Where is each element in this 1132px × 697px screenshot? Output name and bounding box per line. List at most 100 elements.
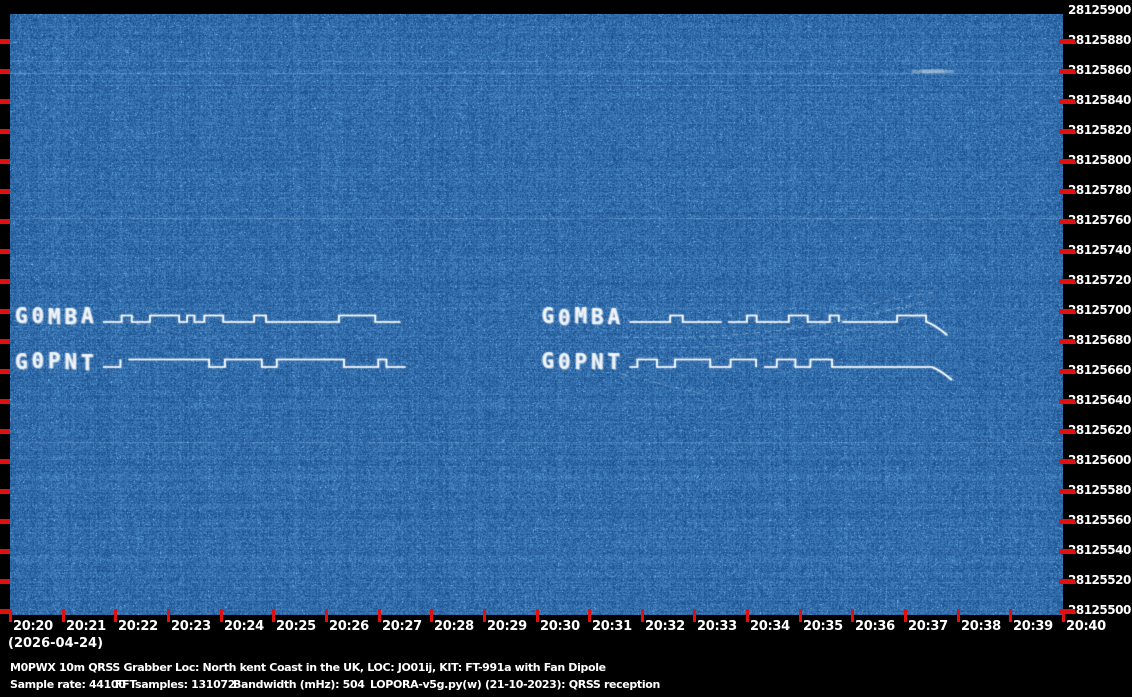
time-tick-label: 20:40: [1066, 619, 1106, 634]
time-tick-label: 20:36: [855, 619, 895, 634]
time-tick-mark: [536, 609, 539, 622]
time-tick-mark: [1009, 609, 1012, 622]
freq-tick-mark-right: [1059, 309, 1075, 314]
freq-tick-label: 28125840: [1068, 93, 1131, 107]
freq-tick-label: 28125800: [1068, 153, 1131, 167]
fft-samples-text: FFTsamples: 131072: [115, 678, 236, 691]
freq-tick-label: 28125680: [1068, 333, 1131, 347]
freq-tick-label: 28125740: [1068, 243, 1131, 257]
freq-tick-mark-right: [1059, 69, 1075, 74]
time-tick-mark: [9, 609, 12, 622]
freq-tick-mark-left: [0, 249, 10, 254]
freq-tick-label: 28125580: [1068, 483, 1131, 497]
freq-tick-label: 28125700: [1068, 303, 1131, 317]
time-tick-label: 20:23: [171, 619, 211, 634]
time-tick-label: 20:24: [224, 619, 264, 634]
freq-tick-mark-right: [1059, 99, 1075, 104]
time-tick-mark: [904, 609, 907, 622]
time-tick-mark: [220, 609, 223, 622]
freq-tick-mark-right: [1059, 129, 1075, 134]
software-version-text: LOPORA-v5g.py(w) (21-10-2023): QRSS rece…: [370, 678, 660, 691]
freq-tick-mark-left: [0, 159, 10, 164]
freq-tick-mark-left: [0, 579, 10, 584]
freq-tick-label: 28125540: [1068, 543, 1131, 557]
freq-tick-label: 28125760: [1068, 213, 1131, 227]
time-tick-mark: [851, 609, 854, 622]
time-tick-label: 20:22: [118, 619, 158, 634]
time-tick-label: 20:32: [645, 619, 685, 634]
freq-tick-mark-right: [1059, 549, 1075, 554]
time-tick-label: 20:34: [750, 619, 790, 634]
freq-tick-mark-left: [0, 399, 10, 404]
time-tick-label: 20:35: [803, 619, 843, 634]
freq-tick-mark-right: [1059, 459, 1075, 464]
freq-tick-mark-left: [0, 39, 10, 44]
time-tick-label: 20:27: [382, 619, 422, 634]
freq-tick-mark-left: [0, 459, 10, 464]
freq-tick-mark-right: [1059, 429, 1075, 434]
date-label: (2026-04-24): [8, 636, 104, 651]
freq-tick-label: 28125600: [1068, 453, 1131, 467]
freq-tick-mark-left: [0, 279, 10, 284]
freq-tick-mark-right: [1059, 369, 1075, 374]
time-tick-mark: [746, 609, 749, 622]
time-tick-mark: [483, 609, 486, 622]
freq-tick-mark-left: [0, 549, 10, 554]
freq-tick-mark-left: [0, 99, 10, 104]
freq-tick-label: 28125860: [1068, 63, 1131, 77]
freq-tick-label: 28125620: [1068, 423, 1131, 437]
freq-tick-label: 28125660: [1068, 363, 1131, 377]
freq-tick-mark-right: [1059, 39, 1075, 44]
time-tick-mark: [1062, 609, 1065, 622]
freq-tick-label: 28125900: [1068, 3, 1131, 17]
freq-tick-mark-right: [1059, 159, 1075, 164]
time-tick-mark: [114, 609, 117, 622]
spectrogram-canvas: [10, 14, 1063, 615]
freq-tick-mark-right: [1059, 489, 1075, 494]
freq-tick-mark-right: [1059, 249, 1075, 254]
time-tick-mark: [325, 609, 328, 622]
freq-tick-label: 28125560: [1068, 513, 1131, 527]
freq-tick-mark-left: [0, 519, 10, 524]
time-tick-label: 20:28: [434, 619, 474, 634]
time-tick-label: 20:33: [697, 619, 737, 634]
freq-tick-label: 28125520: [1068, 573, 1131, 587]
time-tick-label: 20:37: [908, 619, 948, 634]
time-tick-mark: [62, 609, 65, 622]
sample-rate-text: Sample rate: 44100: [10, 678, 126, 691]
freq-tick-mark-left: [0, 429, 10, 434]
freq-tick-mark-left: [0, 129, 10, 134]
time-tick-mark: [693, 609, 696, 622]
freq-tick-label: 28125720: [1068, 273, 1131, 287]
freq-tick-mark-right: [1059, 279, 1075, 284]
time-tick-label: 20:39: [1013, 619, 1053, 634]
freq-tick-mark-left: [0, 69, 10, 74]
time-tick-mark: [378, 609, 381, 622]
freq-tick-label: 28125820: [1068, 123, 1131, 137]
freq-tick-mark-right: [1059, 189, 1075, 194]
freq-tick-mark-left: [0, 489, 10, 494]
bandwidth-text: Bandwidth (mHz): 504: [233, 678, 365, 691]
freq-tick-mark-left: [0, 309, 10, 314]
freq-tick-label: 28125640: [1068, 393, 1131, 407]
station-info-line: M0PWX 10m QRSS Grabber Loc: North kent C…: [10, 661, 606, 674]
time-tick-mark: [799, 609, 802, 622]
freq-tick-mark-right: [1059, 579, 1075, 584]
time-tick-label: 20:38: [961, 619, 1001, 634]
time-tick-mark: [272, 609, 275, 622]
time-tick-label: 20:30: [540, 619, 580, 634]
time-tick-label: 20:29: [487, 619, 527, 634]
time-tick-mark: [430, 609, 433, 622]
freq-tick-mark-left: [0, 369, 10, 374]
time-tick-label: 20:21: [66, 619, 106, 634]
time-tick-label: 20:26: [329, 619, 369, 634]
time-tick-mark: [588, 609, 591, 622]
freq-tick-mark-right: [1059, 219, 1075, 224]
freq-tick-mark-left: [0, 219, 10, 224]
time-tick-mark: [641, 609, 644, 622]
time-tick-label: 20:31: [592, 619, 632, 634]
freq-tick-mark-right: [1059, 399, 1075, 404]
time-tick-mark: [167, 609, 170, 622]
freq-tick-mark-right: [1059, 519, 1075, 524]
time-tick-label: 20:20: [13, 619, 53, 634]
